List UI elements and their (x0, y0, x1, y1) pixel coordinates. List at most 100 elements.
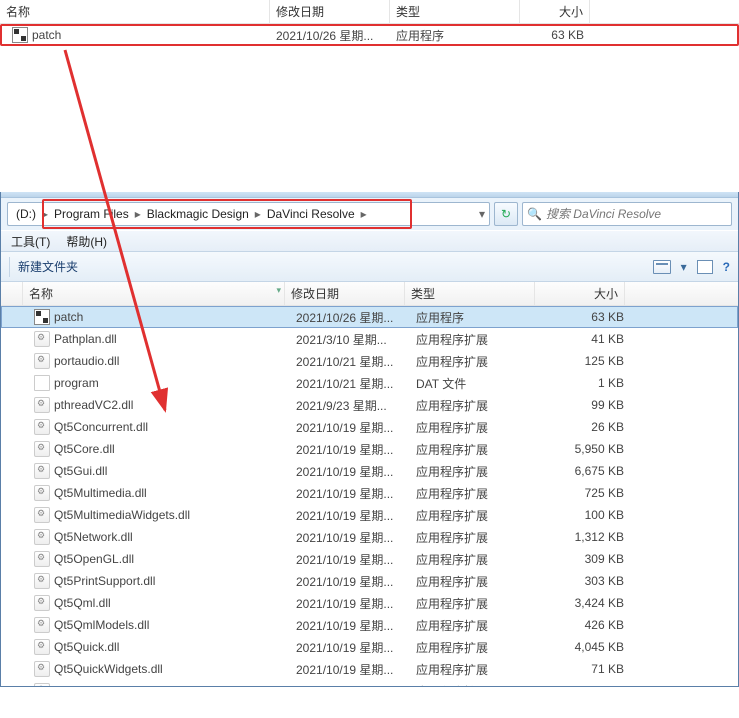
file-type: 应用程序扩展 (410, 615, 540, 636)
breadcrumb-seg-2[interactable]: DaVinci Resolve (263, 205, 359, 223)
file-name: Qt5Gui.dll (54, 464, 107, 478)
file-icon (12, 27, 28, 43)
toolbar: 新建文件夹 ▾ ? (1, 252, 738, 282)
file-icon (34, 529, 50, 545)
file-date: 2021/10/19 星期... (290, 505, 410, 526)
file-type: 应用程序扩展 (410, 549, 540, 570)
file-type: 应用程序扩展 (410, 637, 540, 658)
file-size: 41 KB (540, 330, 630, 348)
file-type: 应用程序扩展 (410, 351, 540, 372)
col-type[interactable]: 类型 (390, 0, 520, 24)
chevron-right-icon[interactable]: ▸ (255, 207, 261, 221)
file-date: 2021/10/19 星期... (290, 681, 410, 687)
file-icon (34, 419, 50, 435)
menu-help[interactable]: 帮助(H) (60, 231, 113, 252)
file-icon (34, 551, 50, 567)
file-row[interactable]: Pathplan.dll 2021/3/10 星期... 应用程序扩展 41 K… (1, 328, 738, 350)
address-row: (D:) ▸ Program Files ▸ Blackmagic Design… (1, 198, 738, 230)
separator (9, 257, 10, 277)
file-row[interactable]: Qt5PrintSupport.dll 2021/10/19 星期... 应用程… (1, 570, 738, 592)
file-row[interactable]: Qt5Network.dll 2021/10/19 星期... 应用程序扩展 1… (1, 526, 738, 548)
file-date: 2021/10/19 星期... (290, 593, 410, 614)
top-column-header: 名称 修改日期 类型 大小 (0, 0, 739, 24)
breadcrumb-drive[interactable]: (D:) (12, 205, 40, 223)
file-size: 1 KB (540, 374, 630, 392)
file-row[interactable]: Qt5OpenGL.dll 2021/10/19 星期... 应用程序扩展 30… (1, 548, 738, 570)
file-row[interactable]: Qt5Concurrent.dll 2021/10/19 星期... 应用程序扩… (1, 416, 738, 438)
chevron-right-icon[interactable]: ▸ (42, 207, 48, 221)
file-name: pthreadVC2.dll (54, 398, 133, 412)
file-name: Qt5Core.dll (54, 442, 115, 456)
col-date[interactable]: 修改日期 (285, 282, 405, 306)
file-row[interactable]: Qt5Qml.dll 2021/10/19 星期... 应用程序扩展 3,424… (1, 592, 738, 614)
file-size: 4,045 KB (540, 638, 630, 656)
dropdown-icon[interactable]: ▾ (479, 207, 485, 221)
address-bar[interactable]: (D:) ▸ Program Files ▸ Blackmagic Design… (7, 202, 490, 226)
file-row[interactable]: Qt5Multimedia.dll 2021/10/19 星期... 应用程序扩… (1, 482, 738, 504)
file-row[interactable]: Qt5QuickWidgets.dll 2021/10/19 星期... 应用程… (1, 658, 738, 680)
file-type: DAT 文件 (410, 373, 540, 394)
chevron-right-icon[interactable]: ▸ (135, 207, 141, 221)
search-box[interactable]: 🔍 (522, 202, 732, 226)
file-icon (34, 595, 50, 611)
breadcrumb-seg-0[interactable]: Program Files (50, 205, 133, 223)
file-name: portaudio.dll (54, 354, 119, 368)
dropdown-icon[interactable]: ▾ (681, 260, 687, 274)
file-name: Qt5Network.dll (54, 530, 133, 544)
file-row[interactable]: patch 2021/10/26 星期... 应用程序 63 KB (1, 306, 738, 328)
file-name: Qt5Quick.dll (54, 640, 119, 654)
preview-pane-icon[interactable] (697, 260, 713, 274)
file-type: 应用程序扩展 (410, 395, 540, 416)
help-icon[interactable]: ? (723, 260, 730, 274)
file-icon (34, 485, 50, 501)
file-type: 应用程序扩展 (410, 659, 540, 680)
file-size: 725 KB (540, 484, 630, 502)
file-icon (34, 309, 50, 325)
file-row[interactable]: program 2021/10/21 星期... DAT 文件 1 KB (1, 372, 738, 394)
file-row[interactable]: Qt5QmlModels.dll 2021/10/19 星期... 应用程序扩展… (1, 614, 738, 636)
file-name: Qt5Sql.dll (54, 684, 106, 686)
breadcrumb-seg-1[interactable]: Blackmagic Design (143, 205, 253, 223)
col-type[interactable]: 类型 (405, 282, 535, 306)
file-name: Qt5OpenGL.dll (54, 552, 134, 566)
file-date: 2021/10/26 星期... (290, 307, 410, 328)
col-size[interactable]: 大小 (520, 0, 590, 24)
explorer-window: (D:) ▸ Program Files ▸ Blackmagic Design… (0, 192, 739, 687)
file-row[interactable]: Qt5Core.dll 2021/10/19 星期... 应用程序扩展 5,95… (1, 438, 738, 460)
file-row[interactable]: patch 2021/10/26 星期... 应用程序 63 KB (0, 24, 739, 46)
file-name: patch (54, 310, 83, 324)
file-name: Qt5Qml.dll (54, 596, 111, 610)
file-date: 2021/10/19 星期... (290, 439, 410, 460)
tree-toggle[interactable] (1, 282, 23, 306)
file-date: 2021/9/23 星期... (290, 395, 410, 416)
view-options-icon[interactable] (653, 260, 671, 274)
file-icon (34, 397, 50, 413)
file-icon (34, 683, 50, 686)
file-date: 2021/10/19 星期... (290, 527, 410, 548)
file-name: Qt5PrintSupport.dll (54, 574, 155, 588)
file-icon (34, 573, 50, 589)
file-icon (34, 639, 50, 655)
new-folder-button[interactable]: 新建文件夹 (18, 258, 78, 275)
file-row[interactable]: pthreadVC2.dll 2021/9/23 星期... 应用程序扩展 99… (1, 394, 738, 416)
file-row[interactable]: Qt5MultimediaWidgets.dll 2021/10/19 星期..… (1, 504, 738, 526)
col-name[interactable]: 名称▾ (23, 282, 285, 306)
col-date[interactable]: 修改日期 (270, 0, 390, 24)
file-row[interactable]: Qt5Gui.dll 2021/10/19 星期... 应用程序扩展 6,675… (1, 460, 738, 482)
file-type: 应用程序扩展 (410, 505, 540, 526)
file-row[interactable]: Qt5Quick.dll 2021/10/19 星期... 应用程序扩展 4,0… (1, 636, 738, 658)
file-type: 应用程序 (390, 25, 520, 46)
file-row[interactable]: Qt5Sql.dll 2021/10/19 星期... 应用程序扩展 199 K… (1, 680, 738, 686)
col-name[interactable]: 名称 (0, 0, 270, 24)
refresh-button[interactable]: ↻ (494, 202, 518, 226)
file-size: 71 KB (540, 660, 630, 678)
menu-tools[interactable]: 工具(T) (5, 231, 56, 252)
file-type: 应用程序扩展 (410, 571, 540, 592)
file-size: 303 KB (540, 572, 630, 590)
search-input[interactable] (546, 207, 727, 221)
chevron-right-icon[interactable]: ▸ (361, 207, 367, 221)
file-name: patch (32, 28, 61, 42)
col-size[interactable]: 大小 (535, 282, 625, 306)
file-row[interactable]: portaudio.dll 2021/10/21 星期... 应用程序扩展 12… (1, 350, 738, 372)
file-date: 2021/10/19 星期... (290, 637, 410, 658)
